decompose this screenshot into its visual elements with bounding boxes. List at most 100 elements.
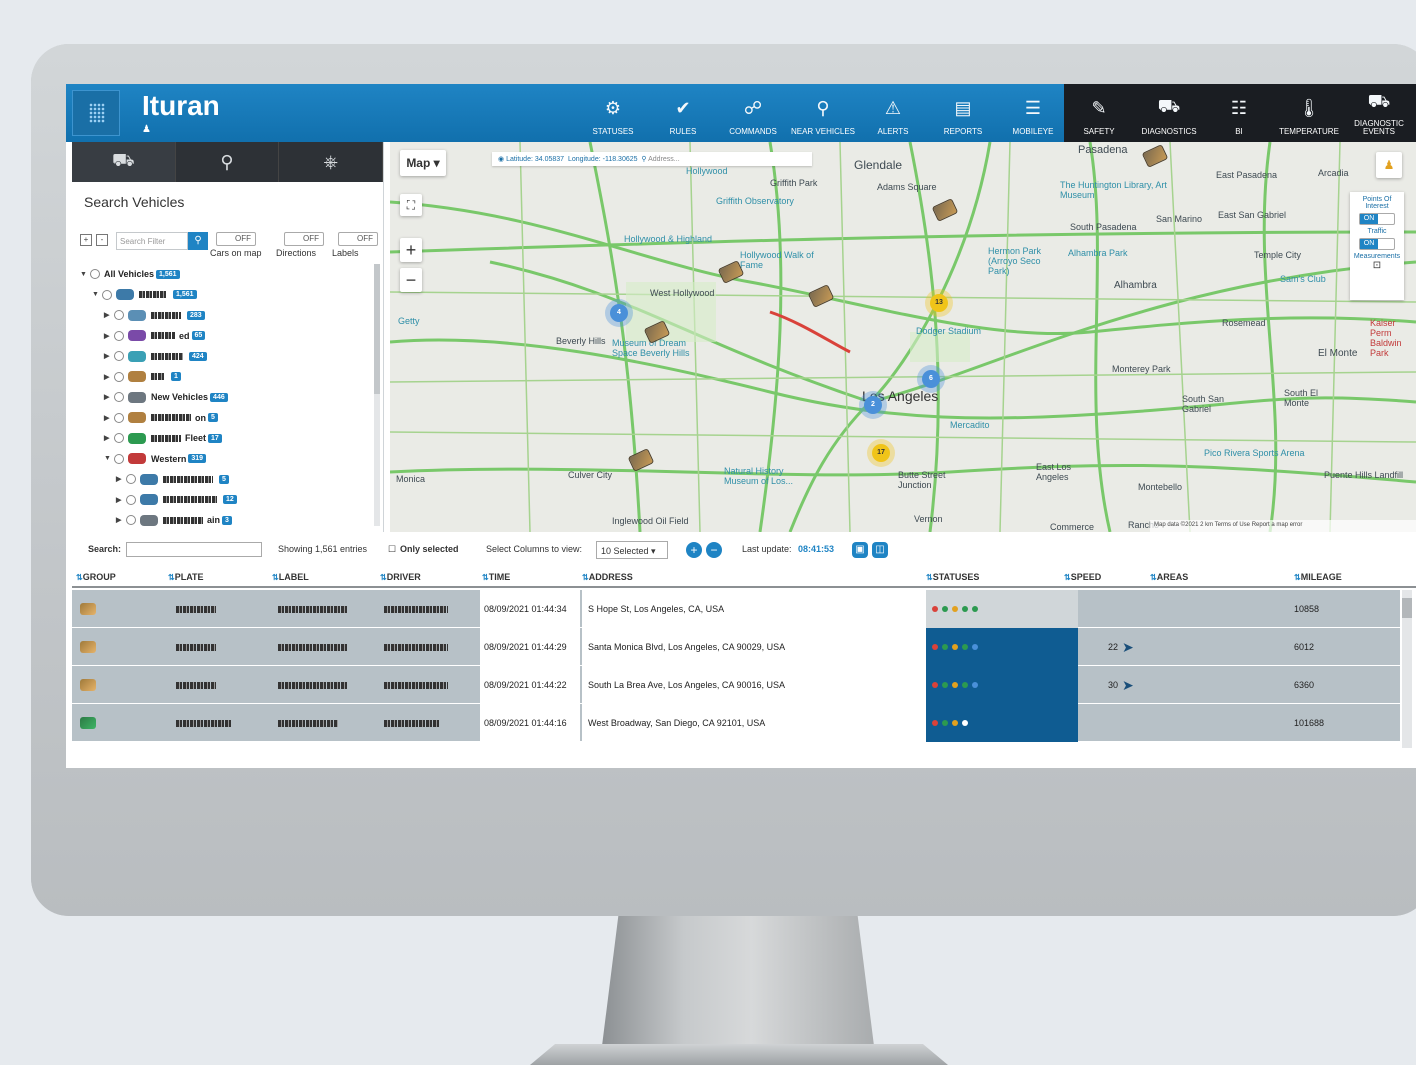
safety-icon: ✎: [1091, 97, 1107, 118]
tree-item[interactable]: ▶ ain 3: [80, 510, 376, 531]
vehicle-icon: [116, 289, 134, 301]
table-row[interactable]: 08/09/2021 01:44:29 Santa Monica Blvd, L…: [72, 628, 1400, 666]
place-label: East Los Angeles: [1036, 462, 1072, 482]
vehicle-cluster[interactable]: 4: [610, 304, 628, 322]
address-cell: S Hope St, Los Angeles, CA, USA: [582, 590, 926, 628]
zoom-out-button[interactable]: −: [400, 268, 422, 292]
col-driver[interactable]: DRIVER: [380, 572, 421, 582]
only-selected-checkbox[interactable]: ☐: [388, 544, 396, 555]
place-label: East San Gabriel: [1218, 210, 1287, 220]
expand-all-button[interactable]: +: [80, 234, 92, 246]
table-scrollbar[interactable]: [1402, 590, 1412, 748]
nav-diagnostic-events[interactable]: ⛟ DIAGNOSTIC EVENTS: [1344, 84, 1414, 142]
statuses-cell: [926, 704, 1078, 742]
cars-on-map-toggle[interactable]: OFF: [216, 232, 256, 246]
tree-item[interactable]: ▶ 283: [80, 305, 376, 326]
expand-icon[interactable]: ▼: [92, 291, 102, 298]
address-input[interactable]: Address...: [648, 156, 680, 163]
nav-near-vehicles[interactable]: ⚲ NEAR VEHICLES: [788, 84, 858, 142]
nav-rules[interactable]: ✔ RULES: [648, 84, 718, 142]
fit-columns-icon[interactable]: ▣: [852, 542, 868, 558]
nav-alerts[interactable]: ⚠ ALERTS: [858, 84, 928, 142]
street-view-icon[interactable]: ♟: [1376, 152, 1402, 178]
map-pin-icon: ⚲: [220, 151, 234, 172]
table-row[interactable]: 08/09/2021 01:44:22 South La Brea Ave, L…: [72, 666, 1400, 704]
vehicle-cluster[interactable]: 6: [922, 370, 940, 388]
tree-item[interactable]: ▶ 12: [80, 490, 376, 511]
vehicle-icon: [128, 391, 146, 403]
traffic-toggle[interactable]: ON: [1359, 238, 1395, 250]
nav-diagnostics[interactable]: ⛟ DIAGNOSTICS: [1134, 84, 1204, 142]
nav-reports[interactable]: ▤ REPORTS: [928, 84, 998, 142]
search-filter-input[interactable]: Search Filter: [116, 232, 188, 250]
place-label: Culver City: [568, 470, 613, 480]
place-label: South Pasadena: [1070, 222, 1137, 232]
user-icon[interactable]: ♟: [142, 124, 151, 135]
nav-commands[interactable]: ☍ COMMANDS: [718, 84, 788, 142]
place-label: Hollywood Walk of Fame: [740, 250, 814, 270]
near-vehicles-icon: ⚲: [816, 97, 830, 118]
tree-item[interactable]: ▶ 1: [80, 367, 376, 388]
search-icon[interactable]: ⚲: [188, 232, 208, 250]
labels-toggle[interactable]: OFF: [338, 232, 378, 246]
col-areas[interactable]: AREAS: [1150, 572, 1189, 582]
map-view[interactable]: Map ▾ ⛶ + − ◉ Latitude: 34.05837 Longitu…: [390, 142, 1416, 532]
zoom-in-grid-button[interactable]: +: [686, 542, 702, 558]
tree-item[interactable]: ▶ on 5: [80, 408, 376, 429]
col-time[interactable]: TIME: [482, 572, 511, 582]
tab-search-map[interactable]: ⎈: [279, 142, 384, 182]
col-statuses[interactable]: STATUSES: [926, 572, 980, 582]
nav-safety[interactable]: ✎ SAFETY: [1064, 84, 1134, 142]
search-icon[interactable]: ⚲: [641, 156, 646, 163]
place-label: Griffith Park: [770, 178, 818, 188]
tree-item[interactable]: ▶ Fleet 17: [80, 428, 376, 449]
grid-search-input[interactable]: [126, 542, 262, 557]
directions-toggle[interactable]: OFF: [284, 232, 324, 246]
zoom-in-button[interactable]: +: [400, 238, 422, 262]
col-mileage[interactable]: MILEAGE: [1294, 572, 1342, 582]
export-icon[interactable]: ◫: [872, 542, 888, 558]
tree-scrollbar[interactable]: [374, 264, 380, 526]
checkbox[interactable]: [102, 289, 112, 300]
col-plate[interactable]: PLATE: [168, 572, 204, 582]
tree-item[interactable]: ▶ New Vehicles 446: [80, 387, 376, 408]
nav-temperature[interactable]: 🌡 TEMPERATURE: [1274, 84, 1344, 142]
table-row[interactable]: 08/09/2021 01:44:16 West Broadway, San D…: [72, 704, 1400, 742]
truck-icon: ⛟: [112, 150, 135, 170]
latitude-value: 34.05837: [534, 156, 565, 163]
col-group[interactable]: GROUP: [76, 572, 116, 582]
tree-item-all-vehicles[interactable]: ▼ All Vehicles 1,561: [80, 264, 376, 285]
ruler-icon[interactable]: ⊡: [1350, 260, 1404, 271]
map-type-button[interactable]: Map ▾: [400, 150, 446, 176]
fullscreen-icon[interactable]: ⛶: [400, 194, 422, 216]
columns-select[interactable]: 10 Selected ▾: [596, 541, 668, 559]
vehicle-cluster[interactable]: 17: [872, 444, 890, 462]
tree-item[interactable]: ▶ 5: [80, 469, 376, 490]
tree-item[interactable]: ▶ 424: [80, 346, 376, 367]
col-label[interactable]: LABEL: [272, 572, 309, 582]
statuses-cell: [926, 628, 1078, 666]
nav-mobileye[interactable]: ☰ MOBILEYE: [998, 84, 1068, 142]
tab-vehicles[interactable]: ⛟: [72, 142, 176, 182]
poi-toggle[interactable]: ON: [1359, 213, 1395, 225]
zoom-out-grid-button[interactable]: −: [706, 542, 722, 558]
col-speed[interactable]: SPEED: [1064, 572, 1102, 582]
vehicle-cluster[interactable]: 2: [864, 396, 882, 414]
checkbox[interactable]: [90, 269, 100, 280]
tree-item-western[interactable]: ▼ Western 319: [80, 449, 376, 470]
collapse-all-button[interactable]: -: [96, 234, 108, 246]
vehicle-cluster[interactable]: 13: [930, 294, 948, 312]
expand-icon[interactable]: ▼: [80, 271, 90, 278]
col-address[interactable]: ADDRESS: [582, 572, 633, 582]
place-label: Alhambra: [1114, 280, 1157, 291]
tree-item[interactable]: ▼ 1,561: [80, 285, 376, 306]
entries-count: Showing 1,561 entries: [278, 544, 368, 554]
bi-icon: ☷: [1230, 97, 1248, 118]
tab-locations[interactable]: ⚲: [176, 142, 280, 182]
logo-icon[interactable]: [72, 90, 120, 136]
nav-statuses[interactable]: ⚙ STATUSES: [578, 84, 648, 142]
map-footer: Map data ©2021 2 km Terms of Use Report …: [1150, 520, 1416, 532]
nav-bi[interactable]: ☷ BI: [1204, 84, 1274, 142]
tree-item[interactable]: ▶ ed 65: [80, 326, 376, 347]
table-row[interactable]: 08/09/2021 01:44:34 S Hope St, Los Angel…: [72, 590, 1400, 628]
